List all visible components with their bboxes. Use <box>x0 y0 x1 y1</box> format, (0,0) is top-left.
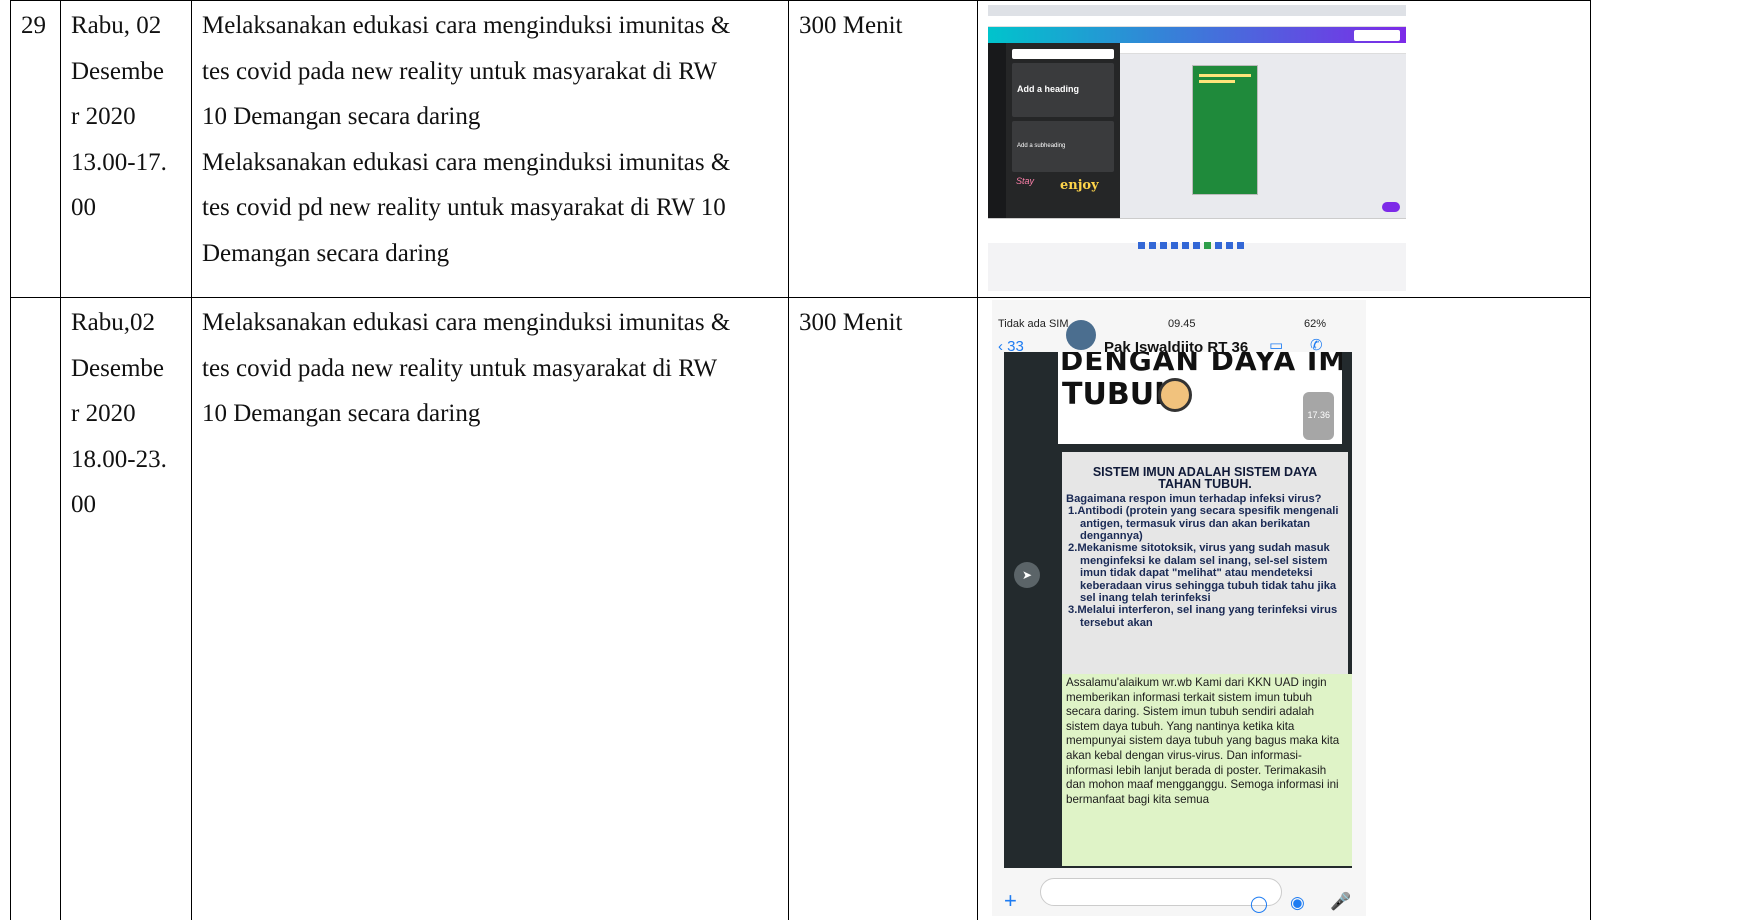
date-line: Rabu, 02 <box>71 12 162 39</box>
activity-line: Melaksanakan edukasi cara menginduksi im… <box>202 12 731 39</box>
message-time: 17.36 <box>1303 392 1334 440</box>
taskbar-app-icon <box>1138 242 1145 249</box>
info-list-item: 1.Antibodi (protein yang secara spesifik… <box>1068 505 1339 543</box>
poster-title-bar <box>1199 74 1251 77</box>
desktop-editor-screenshot: Add a heading Add a subheading Stay enjo… <box>988 5 1406 291</box>
activity-line: tes covid pada new reality untuk masyara… <box>202 354 718 382</box>
chat-header: ‹ 33 Pak Iswaldjito RT 36 ▭ ✆ <box>992 318 1366 356</box>
plus-icon[interactable]: + <box>1004 878 1017 916</box>
duration-text: 300 Menit <box>799 309 903 336</box>
date-line: Desembe <box>71 354 165 382</box>
green-poster-thumbnail <box>1192 65 1258 195</box>
activity-line: Melaksanakan edukasi cara menginduksi im… <box>202 148 731 176</box>
date-line: 18.00-23. <box>71 445 167 473</box>
editor-toolbar <box>1120 43 1406 54</box>
sticker-enjoy-text: enjoy <box>1060 178 1099 193</box>
editor-app-bar <box>988 27 1406 44</box>
chevron-left-icon: ‹ <box>998 338 1003 355</box>
duration-cell: 300 Menit <box>788 0 978 298</box>
activity-line: Melaksanakan edukasi cara menginduksi im… <box>202 309 731 336</box>
info-image-message[interactable]: SISTEM IMUN ADALAH SISTEM DAYA TAHAN TUB… <box>1062 452 1348 674</box>
activity-line: tes covid pd new reality untuk masyaraka… <box>202 194 726 221</box>
activity-line: 10 Demangan secara daring <box>202 103 481 130</box>
phone-chat-screenshot: Tidak ada SIM 09.45 62% ‹ 33 Pak Iswaldj… <box>992 300 1366 916</box>
taskbar-app-icon <box>1204 242 1211 249</box>
taskbar-app-icon <box>1193 242 1200 249</box>
row-number-text: 29 <box>21 12 46 39</box>
table-row: Rabu,02 Desembe r 2020 18.00-23. 00 Mela… <box>10 297 1591 920</box>
message-input[interactable] <box>1040 878 1282 906</box>
panel-search-box <box>1012 49 1114 59</box>
duration-text: 300 Menit <box>799 12 903 39</box>
avatar[interactable] <box>1066 320 1096 350</box>
text-message-bubble[interactable]: Assalamu'alaikum wr.wb Kami dari KKN UAD… <box>1062 674 1352 866</box>
browser-address-bar <box>988 16 1406 27</box>
activity-log-table: 29 Rabu, 02 Desembe r 2020 13.00-17. 00 … <box>10 0 1591 920</box>
activity-line: tes covid pada new reality untuk masyara… <box>202 57 718 85</box>
activity-line: 10 Demangan secara daring <box>202 400 481 427</box>
sticker-script-text: Stay <box>1016 176 1035 186</box>
info-list-item: 2.Mekanisme sitotoksik, virus yang sudah… <box>1068 542 1337 605</box>
taskbar-app-icon <box>1182 242 1189 249</box>
evidence-cell: Tidak ada SIM 09.45 62% ‹ 33 Pak Iswaldj… <box>977 297 1591 920</box>
text-panel: Add a heading Add a subheading Stay enjo… <box>1006 43 1120 218</box>
date-line: r 2020 <box>71 103 136 130</box>
info-heading: SISTEM IMUN ADALAH SISTEM DAYA <box>1092 465 1318 479</box>
table-row: 29 Rabu, 02 Desembe r 2020 13.00-17. 00 … <box>10 0 1591 298</box>
info-question: Bagaimana respon imun terhadap infeksi v… <box>1066 492 1322 505</box>
date-cell: Rabu,02 Desembe r 2020 18.00-23. 00 <box>60 297 192 920</box>
taskbar-app-icon <box>1171 242 1178 249</box>
add-heading-option: Add a heading <box>1012 63 1114 117</box>
poster-title-bar <box>1199 80 1235 83</box>
date-line: 13.00-17. <box>71 148 167 176</box>
composer-bar: + ◯ ◉ 🎤 <box>992 870 1366 916</box>
taskbar-app-icon <box>1237 242 1244 249</box>
row-number: 29 <box>10 0 61 298</box>
forward-icon[interactable]: ➤ <box>1014 562 1040 588</box>
taskbar <box>988 218 1406 249</box>
sticker-icon[interactable]: ◯ <box>1250 882 1268 916</box>
date-line: Rabu,02 <box>71 309 156 336</box>
date-cell: Rabu, 02 Desembe r 2020 13.00-17. 00 <box>60 0 192 298</box>
activity-cell: Melaksanakan edukasi cara menginduksi im… <box>191 0 789 298</box>
taskbar-app-icon <box>1226 242 1233 249</box>
date-line: Desembe <box>71 57 165 85</box>
editor-side-rail <box>988 43 1006 218</box>
browser-tab-strip <box>988 5 1406 16</box>
activity-line: Demangan secara daring <box>202 239 450 267</box>
camera-icon[interactable]: ◉ <box>1290 880 1305 916</box>
poster-image-message[interactable]: DENGAN DAYA IMUN TUBUH 17.36 <box>1058 352 1342 444</box>
chat-area[interactable]: DENGAN DAYA IMUN TUBUH 17.36 ➤ SISTEM IM… <box>1004 352 1352 868</box>
taskbar-app-icon <box>1149 242 1156 249</box>
status-bar: Tidak ada SIM 09.45 62% <box>992 300 1366 330</box>
date-line: 00 <box>71 194 96 221</box>
help-button <box>1382 202 1400 212</box>
info-list-item: 3.Melalui interferon, sel inang yang ter… <box>1068 604 1338 629</box>
date-line: 00 <box>71 491 96 518</box>
taskbar-app-icon <box>1215 242 1222 249</box>
activity-cell: Melaksanakan edukasi cara menginduksi im… <box>191 297 789 920</box>
date-line: r 2020 <box>71 400 136 427</box>
doctor-face-icon <box>1158 378 1192 412</box>
row-number <box>10 297 61 920</box>
info-heading-2: TAHAN TUBUH. <box>1158 477 1252 492</box>
share-button <box>1354 30 1400 41</box>
mic-icon[interactable]: 🎤 <box>1330 879 1351 916</box>
editor-canvas <box>1120 43 1406 218</box>
evidence-cell: Add a heading Add a subheading Stay enjo… <box>977 0 1591 298</box>
taskbar-app-icon <box>1160 242 1167 249</box>
duration-cell: 300 Menit <box>788 297 978 920</box>
